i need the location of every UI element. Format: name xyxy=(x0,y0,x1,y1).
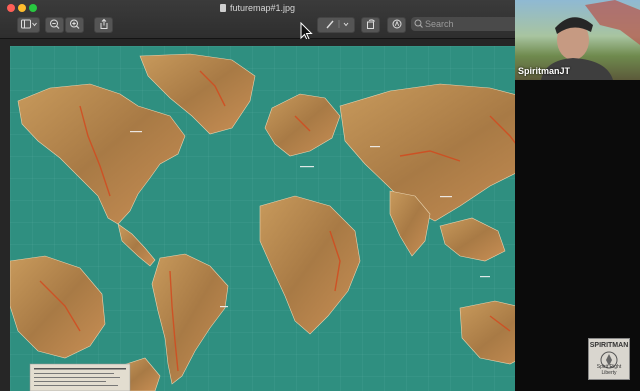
pen-icon xyxy=(326,20,349,29)
zoom-out-icon xyxy=(49,19,59,29)
channel-logo: SPIRITMAN Spirit Right Liberty xyxy=(588,338,630,380)
image-canvas[interactable] xyxy=(0,39,558,391)
annotation-mark xyxy=(130,131,142,133)
rotate-icon xyxy=(366,19,375,29)
future-world-map[interactable] xyxy=(10,46,558,391)
markup-pen-button[interactable] xyxy=(317,17,355,33)
markup-circle-icon xyxy=(392,19,401,29)
search-field[interactable] xyxy=(411,17,515,31)
title-bar: futuremap#1.jpg xyxy=(0,0,515,42)
share-icon xyxy=(100,18,107,29)
logo-tagline: Spirit Right Liberty xyxy=(596,364,622,376)
zoom-in-icon xyxy=(69,19,79,29)
document-icon xyxy=(219,4,226,12)
map-legend-box xyxy=(29,363,131,391)
annotation-mark xyxy=(220,306,228,308)
webcam-overlay: SpiritmanJT xyxy=(515,0,640,80)
zoom-out-button[interactable] xyxy=(45,17,64,33)
search-input[interactable] xyxy=(425,17,511,31)
annotation-mark xyxy=(440,196,452,198)
share-button[interactable] xyxy=(94,17,113,33)
rotate-button[interactable] xyxy=(361,17,380,33)
annotate-button[interactable] xyxy=(387,17,406,33)
annotation-mark xyxy=(480,276,490,278)
zoom-in-button[interactable] xyxy=(65,17,84,33)
annotation-mark xyxy=(300,166,314,168)
webcam-name-label: SpiritmanJT xyxy=(518,66,571,76)
window-title: futuremap#1.jpg xyxy=(229,3,296,13)
search-icon xyxy=(414,19,423,28)
preview-window: futuremap#1.jpg xyxy=(0,0,558,391)
window-title-row: futuremap#1.jpg xyxy=(0,1,515,15)
sidebar-icon xyxy=(20,19,37,29)
sidebar-toggle-button[interactable] xyxy=(17,17,40,33)
annotation-mark xyxy=(370,146,380,148)
